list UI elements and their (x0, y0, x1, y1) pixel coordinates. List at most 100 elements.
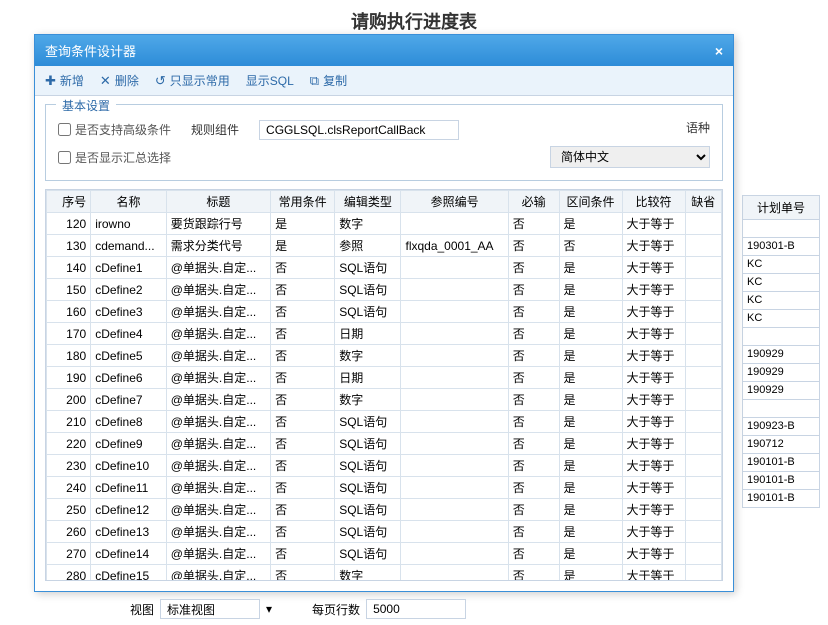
cell[interactable]: cDefine1 (91, 257, 167, 279)
plan-cell[interactable]: KC (742, 310, 820, 328)
cell[interactable] (685, 521, 722, 543)
cell[interactable]: 大于等于 (622, 521, 685, 543)
plan-cell[interactable]: 190929 (742, 382, 820, 400)
dropdown-icon[interactable]: ▾ (266, 602, 272, 616)
cell[interactable] (685, 345, 722, 367)
col-title[interactable]: 标题 (166, 191, 270, 213)
cell[interactable] (685, 565, 722, 582)
plan-cell[interactable]: 190923-B (742, 418, 820, 436)
col-edit-type[interactable]: 编辑类型 (335, 191, 401, 213)
cell[interactable]: 否 (271, 323, 335, 345)
cell[interactable]: 否 (271, 521, 335, 543)
plan-cell[interactable] (742, 328, 820, 346)
cell[interactable]: cDefine2 (91, 279, 167, 301)
table-row[interactable]: 150cDefine2@单据头.自定...否SQL语句否是大于等于 (47, 279, 722, 301)
plan-cell[interactable]: 190101-B (742, 472, 820, 490)
cell[interactable]: 否 (559, 235, 622, 257)
advanced-checkbox[interactable]: 是否支持高级条件 (58, 121, 171, 138)
cell[interactable]: 否 (508, 279, 559, 301)
cell[interactable]: 否 (271, 433, 335, 455)
col-seq[interactable]: 序号 (47, 191, 91, 213)
cell[interactable]: 是 (559, 433, 622, 455)
cell[interactable]: 否 (271, 411, 335, 433)
cell[interactable]: @单据头.自定... (166, 499, 270, 521)
cell[interactable] (685, 389, 722, 411)
cell[interactable]: SQL语句 (335, 477, 401, 499)
cell[interactable]: 大于等于 (622, 279, 685, 301)
cell[interactable]: 否 (271, 455, 335, 477)
cell[interactable]: 大于等于 (622, 543, 685, 565)
col-name[interactable]: 名称 (91, 191, 167, 213)
cell[interactable]: flxqda_0001_AA (401, 235, 508, 257)
cell[interactable]: @单据头.自定... (166, 345, 270, 367)
plan-cell[interactable]: 190929 (742, 346, 820, 364)
summary-checkbox[interactable]: 是否显示汇总选择 (58, 149, 171, 166)
table-row[interactable]: 190cDefine6@单据头.自定...否日期否是大于等于 (47, 367, 722, 389)
cell[interactable] (401, 389, 508, 411)
cell[interactable]: cDefine10 (91, 455, 167, 477)
cell[interactable]: cDefine15 (91, 565, 167, 582)
col-ref-no[interactable]: 参照编号 (401, 191, 508, 213)
cell[interactable]: 大于等于 (622, 323, 685, 345)
plan-cell[interactable]: 190929 (742, 364, 820, 382)
close-icon[interactable]: × (715, 43, 723, 59)
cell[interactable]: 否 (508, 521, 559, 543)
cell[interactable]: cDefine4 (91, 323, 167, 345)
cell[interactable]: SQL语句 (335, 543, 401, 565)
copy-button[interactable]: ⧉复制 (310, 72, 347, 89)
cell[interactable]: 否 (271, 477, 335, 499)
cell[interactable]: 大于等于 (622, 455, 685, 477)
grid-container[interactable]: 序号 名称 标题 常用条件 编辑类型 参照编号 必输 区间条件 比较符 缺省 1… (45, 189, 723, 581)
cell[interactable]: 需求分类代号 (166, 235, 270, 257)
cell[interactable]: 是 (559, 455, 622, 477)
cell[interactable]: @单据头.自定... (166, 301, 270, 323)
table-row[interactable]: 260cDefine13@单据头.自定...否SQL语句否是大于等于 (47, 521, 722, 543)
cell[interactable]: 是 (559, 565, 622, 582)
cell[interactable]: 数字 (335, 389, 401, 411)
table-row[interactable]: 130cdemand...需求分类代号是参照flxqda_0001_AA否否大于… (47, 235, 722, 257)
show-common-button[interactable]: ↺只显示常用 (155, 72, 230, 89)
col-default[interactable]: 缺省 (685, 191, 722, 213)
col-compare[interactable]: 比较符 (622, 191, 685, 213)
table-row[interactable]: 180cDefine5@单据头.自定...否数字否是大于等于 (47, 345, 722, 367)
cell[interactable]: cDefine3 (91, 301, 167, 323)
cell[interactable]: 否 (508, 565, 559, 582)
cell[interactable]: 230 (47, 455, 91, 477)
cell[interactable]: cDefine9 (91, 433, 167, 455)
cell[interactable]: cdemand... (91, 235, 167, 257)
delete-button[interactable]: ✕删除 (100, 72, 139, 89)
cell[interactable]: 否 (508, 367, 559, 389)
cell[interactable]: 否 (508, 543, 559, 565)
plan-cell[interactable]: 190712 (742, 436, 820, 454)
cell[interactable]: 是 (559, 367, 622, 389)
cell[interactable]: 否 (508, 257, 559, 279)
cell[interactable]: 否 (271, 367, 335, 389)
cell[interactable]: 否 (271, 565, 335, 582)
plan-cell[interactable]: KC (742, 274, 820, 292)
cell[interactable] (685, 367, 722, 389)
cell[interactable]: 170 (47, 323, 91, 345)
dialog-titlebar[interactable]: 查询条件设计器 × (35, 35, 733, 66)
cell[interactable]: SQL语句 (335, 499, 401, 521)
cell[interactable] (401, 455, 508, 477)
cell[interactable]: 160 (47, 301, 91, 323)
cell[interactable]: 否 (271, 301, 335, 323)
table-row[interactable]: 270cDefine14@单据头.自定...否SQL语句否是大于等于 (47, 543, 722, 565)
cell[interactable]: 大于等于 (622, 389, 685, 411)
cell[interactable]: 大于等于 (622, 477, 685, 499)
cell[interactable]: cDefine5 (91, 345, 167, 367)
cell[interactable]: 否 (271, 257, 335, 279)
cell[interactable]: 数字 (335, 213, 401, 235)
cell[interactable]: 否 (508, 213, 559, 235)
cell[interactable]: cDefine11 (91, 477, 167, 499)
cell[interactable] (401, 521, 508, 543)
plan-cell[interactable]: 190101-B (742, 490, 820, 508)
table-row[interactable]: 220cDefine9@单据头.自定...否SQL语句否是大于等于 (47, 433, 722, 455)
cell[interactable]: 270 (47, 543, 91, 565)
cell[interactable]: @单据头.自定... (166, 257, 270, 279)
cell[interactable]: 200 (47, 389, 91, 411)
cell[interactable] (685, 257, 722, 279)
cell[interactable]: SQL语句 (335, 411, 401, 433)
cell[interactable] (401, 367, 508, 389)
cell[interactable]: 否 (508, 301, 559, 323)
